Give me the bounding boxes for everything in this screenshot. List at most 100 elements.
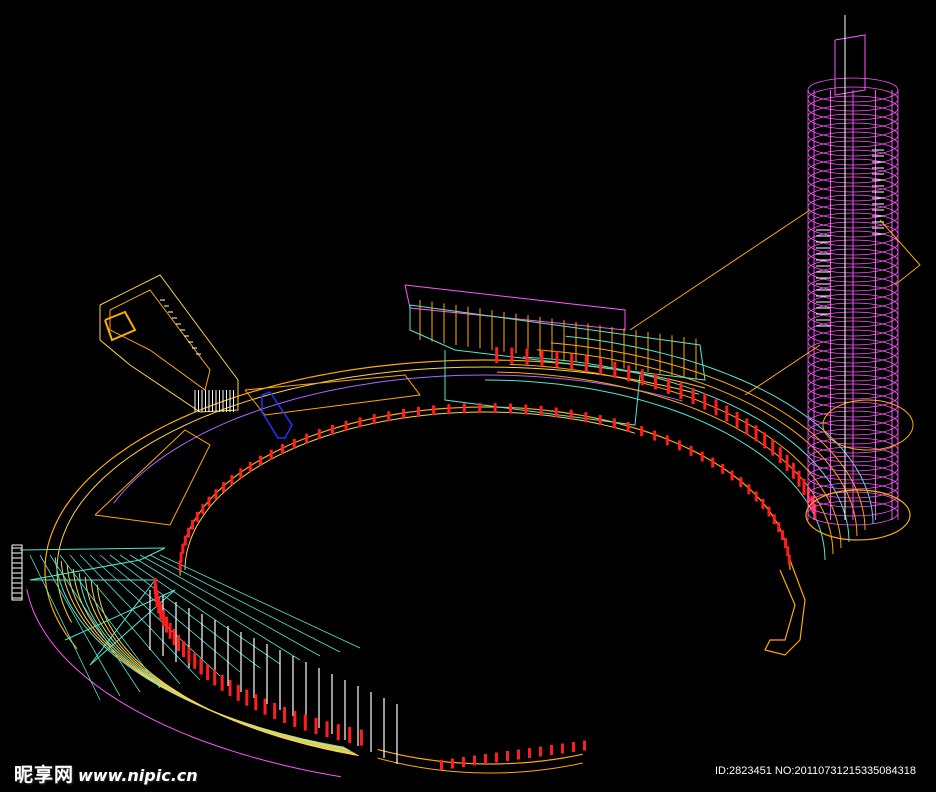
red-column (206, 664, 210, 681)
red-column (772, 514, 776, 525)
ring-building-wireframe (11, 284, 874, 778)
red-column (187, 527, 191, 538)
inner-ring-edge-2 (184, 411, 636, 571)
outer-ring-edge-2 (56, 366, 700, 623)
west-wedge-building (99, 274, 239, 413)
south-steps-2 (377, 757, 583, 774)
red-column (653, 430, 657, 441)
ring-roof-line (113, 374, 683, 504)
red-column (195, 511, 199, 522)
red-column (791, 462, 795, 479)
red-column (787, 554, 791, 565)
red-column (517, 749, 520, 760)
red-column (555, 351, 559, 368)
red-column (510, 347, 514, 364)
red-column (598, 415, 602, 426)
red-column (165, 616, 169, 633)
red-column (331, 424, 334, 435)
red-column (168, 622, 172, 639)
tower-guide-lines (629, 209, 921, 396)
red-column (182, 641, 186, 658)
red-column (248, 461, 252, 472)
red-column (230, 475, 234, 486)
red-column (554, 407, 558, 418)
red-column (303, 714, 307, 731)
red-column (153, 577, 157, 594)
red-column (640, 426, 644, 437)
red-column (665, 435, 669, 446)
wedge-outline (99, 274, 239, 413)
red-column (539, 746, 542, 757)
guide-line (629, 209, 811, 331)
red-column (569, 409, 573, 420)
red-column (666, 378, 670, 395)
red-column (493, 403, 497, 414)
red-column (711, 457, 715, 468)
tower-base (805, 489, 911, 541)
tower-top-box (834, 34, 866, 96)
red-column (416, 406, 420, 417)
red-column (654, 373, 658, 390)
red-column (440, 760, 443, 770)
south-wing-band (84, 576, 355, 754)
red-column (193, 652, 197, 669)
red-column (245, 689, 249, 706)
red-column (317, 429, 321, 440)
red-column (451, 758, 454, 769)
red-column (254, 694, 258, 711)
plaza-panel (94, 429, 211, 526)
cad-wireframe-drawing (11, 15, 921, 778)
red-column (797, 470, 801, 487)
red-column (771, 439, 775, 456)
red-column (183, 535, 187, 546)
red-column (495, 752, 498, 763)
east-wing-band (497, 371, 834, 555)
red-column (462, 757, 465, 767)
red-column (207, 496, 211, 507)
red-column (273, 702, 277, 719)
red-column (293, 710, 297, 727)
red-column (539, 405, 543, 416)
red-column (700, 451, 704, 462)
red-column (191, 519, 195, 530)
east-wing-band (536, 349, 858, 537)
red-column (677, 440, 681, 451)
red-column (348, 727, 352, 744)
red-column (691, 388, 695, 405)
red-column (735, 411, 739, 428)
red-column (730, 470, 734, 481)
red-column (714, 399, 718, 416)
red-column (767, 506, 771, 517)
red-column (447, 404, 451, 415)
red-column (462, 403, 466, 414)
red-column (613, 361, 617, 378)
red-column (763, 432, 767, 449)
red-column (725, 405, 729, 422)
east-end-hook (764, 559, 806, 656)
red-column (473, 755, 476, 766)
red-column (213, 669, 217, 686)
red-column (506, 751, 509, 761)
red-column (778, 447, 782, 464)
red-column (785, 454, 789, 471)
red-column (689, 445, 693, 456)
red-column (761, 498, 765, 509)
red-column (344, 420, 348, 431)
red-column (583, 740, 586, 751)
red-column (269, 449, 273, 460)
red-column (372, 414, 376, 425)
red-column (283, 707, 287, 724)
red-column (572, 742, 575, 752)
ring-red-columns (153, 347, 817, 770)
south-wing-band (72, 568, 351, 752)
red-column (561, 743, 564, 754)
red-column (754, 425, 758, 442)
red-column (220, 674, 224, 691)
wedge-inner (109, 289, 211, 391)
red-column (540, 349, 544, 366)
red-column (281, 444, 285, 455)
east-wing-band (509, 363, 842, 549)
red-column (739, 477, 743, 488)
north-wing-roof (404, 284, 626, 331)
red-column (177, 635, 181, 652)
